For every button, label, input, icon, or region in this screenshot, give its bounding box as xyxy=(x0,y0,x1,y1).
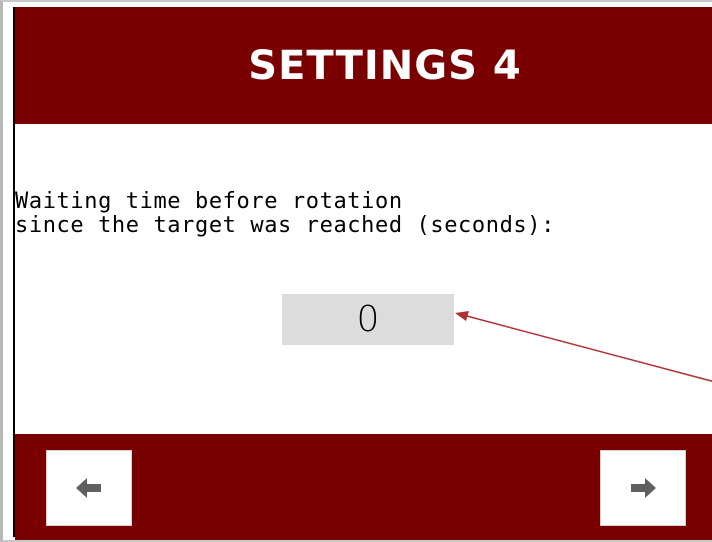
next-page-button[interactable] xyxy=(600,450,686,526)
waiting-time-value-field[interactable]: 0 xyxy=(282,294,454,345)
setting-description: Waiting time before rotation since the t… xyxy=(15,189,555,238)
previous-page-button[interactable] xyxy=(46,450,132,526)
header-bar: SETTINGS 4 xyxy=(15,7,712,124)
annotation-arrow-head xyxy=(455,311,469,321)
waiting-time-value: 0 xyxy=(356,299,380,340)
arrow-left-icon xyxy=(76,478,102,498)
annotation-arrow-line xyxy=(462,314,712,382)
settings-screen: SETTINGS 4 Waiting time before rotation … xyxy=(0,0,712,542)
arrow-right-icon xyxy=(630,478,656,498)
page-title: SETTINGS 4 xyxy=(248,42,522,89)
footer-bar xyxy=(15,434,712,540)
